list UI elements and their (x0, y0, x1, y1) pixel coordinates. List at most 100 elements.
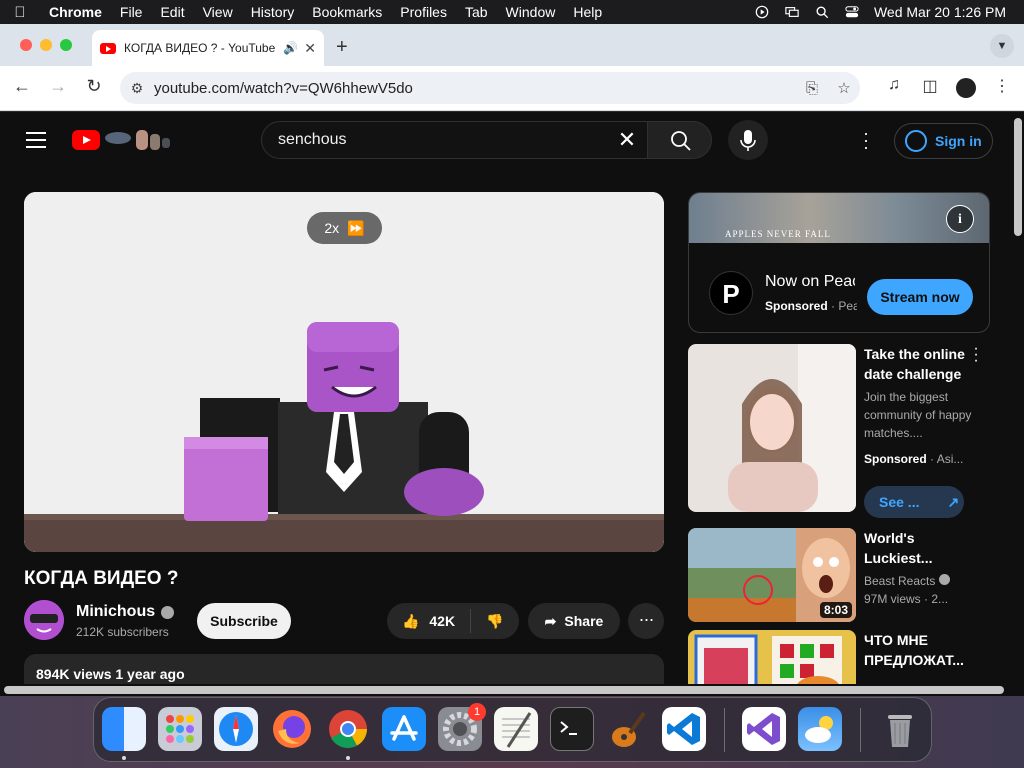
zoom-window-button[interactable] (60, 39, 72, 51)
chrome-menu-icon[interactable]: ⋮ (990, 76, 1014, 96)
media-controls-icon[interactable]: ♫ (882, 76, 906, 94)
back-arrow-icon[interactable]: ← (10, 76, 34, 97)
trash-icon[interactable] (878, 707, 922, 751)
search-box[interactable]: senchous ✕ (261, 121, 648, 159)
video-thumbnail[interactable]: 8:03 (688, 528, 856, 622)
search-input[interactable]: senchous (278, 131, 607, 149)
ad-sponsored-label: Sponsored (765, 299, 828, 313)
ad-banner-image[interactable]: APPLES NEVER FALL (689, 193, 989, 243)
menu-bookmarks[interactable]: Bookmarks (303, 4, 391, 20)
subscribe-button[interactable]: Subscribe (197, 603, 291, 639)
forward-arrow-icon[interactable]: → (46, 76, 70, 97)
clear-search-icon[interactable]: ✕ (607, 127, 647, 153)
tab-search-chevron-icon[interactable]: ▼ (990, 34, 1014, 58)
video-player[interactable]: 2x ⏩ (24, 192, 664, 552)
dating-ad-thumbnail[interactable] (688, 344, 856, 512)
playback-speed-badge: 2x ⏩ (307, 212, 382, 244)
close-window-button[interactable] (20, 39, 32, 51)
sponsored-ad-card[interactable]: APPLES NEVER FALL i P Now on Peacock Spo… (688, 192, 990, 333)
chrome-icon[interactable] (326, 707, 370, 751)
search-button[interactable] (647, 121, 712, 159)
menu-tab[interactable]: Tab (456, 4, 497, 20)
garageband-icon[interactable] (606, 707, 650, 751)
card-menu-icon[interactable]: · · · (972, 341, 980, 369)
ad-title[interactable]: Now on Peacock (765, 273, 855, 291)
subscriber-count: 212K subscribers (76, 625, 169, 639)
firefox-icon[interactable] (270, 707, 314, 751)
card-channel-name[interactable]: Beast Reacts (864, 574, 935, 588)
screen-mirroring-icon[interactable] (784, 5, 800, 19)
external-link-icon: ↗ (947, 493, 960, 510)
vertical-scrollbar[interactable] (1014, 112, 1022, 684)
tab-title: КОГДА ВИДЕО ? - YouTube (124, 41, 276, 55)
vscode-icon[interactable] (662, 707, 706, 751)
video-duration: 8:03 (819, 602, 852, 618)
safari-icon[interactable] (214, 707, 258, 751)
sign-in-button[interactable]: Sign in (894, 123, 993, 159)
spotlight-search-icon[interactable] (814, 5, 830, 19)
menu-edit[interactable]: Edit (151, 4, 193, 20)
textedit-icon[interactable] (494, 707, 538, 751)
menu-file[interactable]: File (111, 4, 152, 20)
like-button[interactable]: 👍 42K (387, 609, 471, 633)
finder-icon[interactable] (102, 707, 146, 751)
card-channel: Beast Reacts (864, 572, 974, 590)
close-tab-icon[interactable]: ✕ (304, 40, 316, 57)
youtube-page: senchous ✕ · · · Sign in 2x ⏩ КОГДА ВИДЕ… (0, 112, 1024, 696)
channel-avatar[interactable] (24, 600, 64, 640)
menu-view[interactable]: View (194, 4, 242, 20)
see-more-button[interactable]: See ... ↗ (864, 486, 964, 518)
dislike-button[interactable]: 👎 (471, 613, 519, 630)
play-circle-icon[interactable] (754, 5, 770, 19)
card-title[interactable]: ЧТО МНЕ ПРЕДЛОЖАТ... (864, 630, 968, 670)
visual-studio-icon[interactable] (742, 707, 786, 751)
voice-search-button[interactable] (728, 120, 768, 160)
menu-app-name[interactable]: Chrome (40, 4, 111, 20)
video-card[interactable]: 8:03 World's Luckiest... Beast Reacts 97… (688, 528, 990, 624)
terminal-icon[interactable] (550, 707, 594, 751)
horizontal-scrollbar[interactable] (0, 684, 1024, 696)
side-panel-icon[interactable]: ◫ (918, 76, 942, 96)
profile-avatar-icon[interactable] (956, 78, 976, 98)
weather-icon[interactable] (798, 707, 842, 751)
card-title[interactable]: Take the online date challenge (864, 344, 968, 384)
active-tab[interactable]: КОГДА ВИДЕО ? - YouTube 🔊 ✕ (92, 30, 324, 66)
peacock-logo-icon: P (709, 271, 753, 315)
hamburger-menu-icon[interactable] (26, 132, 46, 153)
url-text[interactable]: youtube.com/watch?v=QW6hhewV5do (154, 80, 796, 97)
apple-menu-icon[interactable]:  (0, 4, 40, 21)
settings-kebab-icon[interactable]: · · · (862, 124, 870, 156)
channel-name-label[interactable]: Minichous (76, 603, 155, 621)
ad-info-icon[interactable]: i (946, 205, 974, 233)
new-tab-button[interactable]: + (336, 36, 348, 59)
thumbs-up-icon: 👍 (401, 612, 420, 629)
bookmark-star-icon[interactable]: ☆ (828, 79, 860, 97)
minimize-window-button[interactable] (40, 39, 52, 51)
share-button[interactable]: ➦ Share (528, 603, 620, 639)
speaker-icon[interactable]: 🔊 (283, 41, 298, 55)
control-center-icon[interactable] (844, 5, 860, 19)
install-app-icon[interactable]: ⎘ (796, 80, 828, 97)
launchpad-icon[interactable] (158, 707, 202, 751)
share-label: Share (564, 613, 604, 629)
card-description: Join the biggest community of happy matc… (864, 390, 972, 440)
like-count: 42K (429, 613, 456, 629)
youtube-logo-icon[interactable] (72, 130, 100, 150)
more-actions-button[interactable]: ··· (628, 603, 664, 639)
menu-history[interactable]: History (242, 4, 304, 20)
menu-profiles[interactable]: Profiles (391, 4, 456, 20)
app-store-icon[interactable] (382, 707, 426, 751)
sponsored-video-card[interactable]: Take the online date challenge · · · Join … (688, 341, 990, 518)
menu-window[interactable]: Window (497, 4, 565, 20)
site-info-icon[interactable]: ⚙ (120, 80, 154, 97)
menubar-clock[interactable]: Wed Mar 20 1:26 PM (874, 4, 1006, 20)
reload-icon[interactable]: ↻ (82, 76, 106, 97)
youtube-doodle-icon[interactable] (104, 128, 172, 152)
menu-help[interactable]: Help (564, 4, 611, 20)
youtube-favicon-icon (100, 42, 116, 54)
card-title[interactable]: World's Luckiest... (864, 528, 968, 568)
channel-name[interactable]: Minichous (76, 603, 175, 621)
views-and-date: 894K views 1 year ago (36, 666, 185, 682)
address-bar[interactable]: ⚙ youtube.com/watch?v=QW6hhewV5do ⎘ ☆ (120, 72, 860, 104)
stream-now-button[interactable]: Stream now (867, 279, 973, 315)
